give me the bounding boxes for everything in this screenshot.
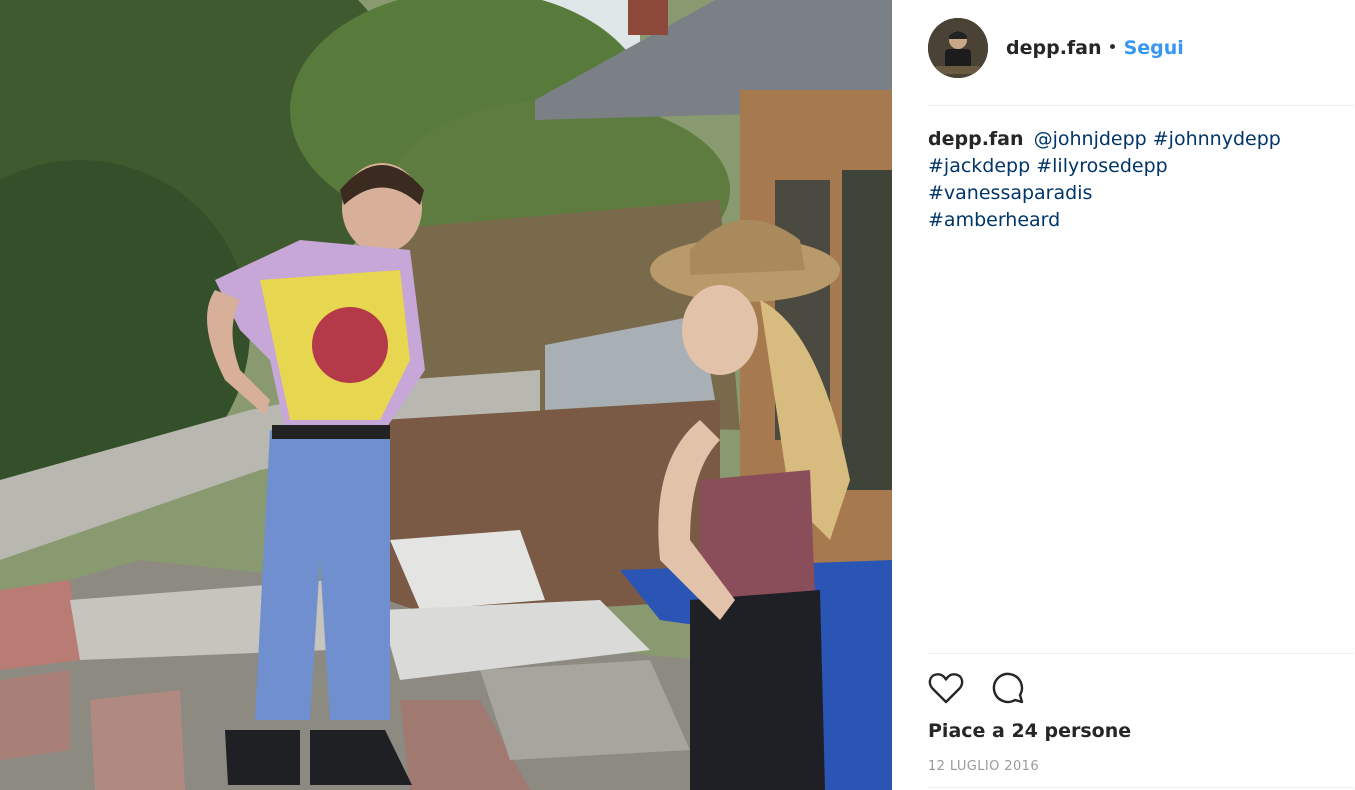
photo-illustration — [0, 0, 892, 790]
caption-mention[interactable]: @johnjdepp — [1034, 128, 1147, 150]
caption-hashtag[interactable]: #amberheard — [928, 209, 1060, 231]
post-caption: depp.fan @johnjdepp #johnnydepp #jackdep… — [928, 126, 1338, 234]
bottom-divider — [928, 787, 1354, 788]
post-actions — [928, 670, 1026, 706]
likes-count[interactable]: Piace a 24 persone — [928, 720, 1131, 742]
post-side-panel: depp.fan • Segui depp.fan @johnjdepp #jo… — [892, 0, 1355, 790]
actions-divider — [928, 653, 1354, 654]
username-link[interactable]: depp.fan — [1006, 37, 1102, 59]
caption-hashtag[interactable]: #lilyrosedepp — [1036, 155, 1167, 177]
instagram-post: depp.fan • Segui depp.fan @johnjdepp #jo… — [0, 0, 1355, 790]
comment-button[interactable] — [990, 670, 1026, 706]
caption-username[interactable]: depp.fan — [928, 128, 1024, 150]
heart-icon — [928, 673, 964, 704]
header-text: depp.fan • Segui — [1006, 37, 1184, 59]
caption-hashtag[interactable]: #jackdepp — [928, 155, 1030, 177]
header-separator: • — [1107, 38, 1118, 58]
post-header: depp.fan • Segui — [928, 18, 1354, 106]
follow-button[interactable]: Segui — [1124, 37, 1184, 59]
caption-hashtag[interactable]: #johnnydepp — [1153, 128, 1281, 150]
avatar-image — [928, 18, 988, 78]
avatar[interactable] — [928, 18, 988, 78]
post-photo[interactable] — [0, 0, 892, 790]
post-date: 12 LUGLIO 2016 — [928, 759, 1039, 774]
like-button[interactable] — [928, 670, 964, 706]
caption-hashtag[interactable]: #vanessaparadis — [928, 182, 1092, 204]
comment-icon — [992, 672, 1024, 704]
